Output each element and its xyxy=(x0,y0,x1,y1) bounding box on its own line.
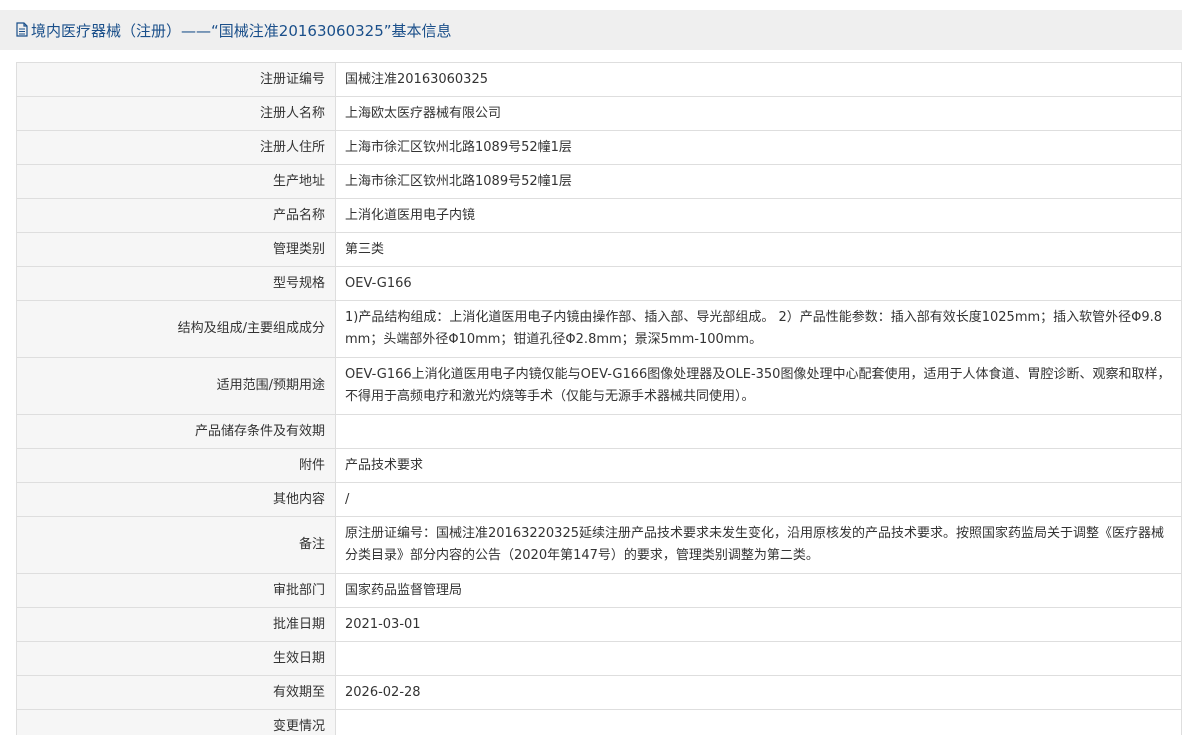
table-row: 注册证编号 国械注准20163060325 xyxy=(16,62,1182,97)
table-row: 生效日期 xyxy=(16,641,1182,676)
field-label: 变更情况 xyxy=(16,709,336,735)
field-value: OEV-G166 xyxy=(335,266,1182,301)
table-row: 有效期至 2026-02-28 xyxy=(16,675,1182,710)
table-row: 变更情况 xyxy=(16,709,1182,735)
table-row: 适用范围/预期用途 OEV-G166上消化道医用电子内镜仅能与OEV-G166图像… xyxy=(16,357,1182,415)
field-value: / xyxy=(335,482,1182,517)
table-row: 其他内容 / xyxy=(16,482,1182,517)
field-label: 备注 xyxy=(16,516,336,574)
field-value: OEV-G166上消化道医用电子内镜仅能与OEV-G166图像处理器及OLE-3… xyxy=(335,357,1182,415)
field-value: 2026-02-28 xyxy=(335,675,1182,710)
field-value xyxy=(335,414,1182,449)
table-row: 批准日期 2021-03-01 xyxy=(16,607,1182,642)
field-label: 审批部门 xyxy=(16,573,336,608)
table-row: 产品名称 上消化道医用电子内镜 xyxy=(16,198,1182,233)
table-row: 注册人名称 上海欧太医疗器械有限公司 xyxy=(16,96,1182,131)
field-label: 结构及组成/主要组成成分 xyxy=(16,300,336,358)
field-label: 生效日期 xyxy=(16,641,336,676)
field-value: 上消化道医用电子内镜 xyxy=(335,198,1182,233)
field-value: 产品技术要求 xyxy=(335,448,1182,483)
table-row: 结构及组成/主要组成成分 1)产品结构组成：上消化道医用电子内镜由操作部、插入部、… xyxy=(16,300,1182,358)
table-row: 生产地址 上海市徐汇区钦州北路1089号52幢1层 xyxy=(16,164,1182,199)
field-value: 2021-03-01 xyxy=(335,607,1182,642)
page-header: 境内医疗器械（注册）——“国械注准20163060325”基本信息 xyxy=(0,10,1182,50)
table-row: 产品储存条件及有效期 xyxy=(16,414,1182,449)
field-value: 1)产品结构组成：上消化道医用电子内镜由操作部、插入部、导光部组成。 2）产品性… xyxy=(335,300,1182,358)
field-label: 注册人名称 xyxy=(16,96,336,131)
top-spacer xyxy=(0,0,1182,10)
field-value: 上海欧太医疗器械有限公司 xyxy=(335,96,1182,131)
table-row: 型号规格 OEV-G166 xyxy=(16,266,1182,301)
info-panel: 注册证编号 国械注准20163060325 注册人名称 上海欧太医疗器械有限公司 注册人… xyxy=(16,62,1182,735)
table-row: 注册人住所 上海市徐汇区钦州北路1089号52幢1层 xyxy=(16,130,1182,165)
field-label: 批准日期 xyxy=(16,607,336,642)
table-row: 附件 产品技术要求 xyxy=(16,448,1182,483)
field-value: 国械注准20163060325 xyxy=(335,62,1182,97)
field-label: 产品名称 xyxy=(16,198,336,233)
field-value: 上海市徐汇区钦州北路1089号52幢1层 xyxy=(335,130,1182,165)
field-label: 生产地址 xyxy=(16,164,336,199)
field-value xyxy=(335,709,1182,735)
field-value: 第三类 xyxy=(335,232,1182,267)
field-label: 产品储存条件及有效期 xyxy=(16,414,336,449)
table-row: 管理类别 第三类 xyxy=(16,232,1182,267)
field-label: 附件 xyxy=(16,448,336,483)
page-title: 境内医疗器械（注册）——“国械注准20163060325”基本信息 xyxy=(31,21,452,40)
field-value: 上海市徐汇区钦州北路1089号52幢1层 xyxy=(335,164,1182,199)
field-label: 适用范围/预期用途 xyxy=(16,357,336,415)
device-info-table: 注册证编号 国械注准20163060325 注册人名称 上海欧太医疗器械有限公司 注册人… xyxy=(16,62,1182,735)
field-value: 国家药品监督管理局 xyxy=(335,573,1182,608)
table-row: 审批部门 国家药品监督管理局 xyxy=(16,573,1182,608)
document-icon xyxy=(16,21,28,37)
field-value: 原注册证编号：国械注准20163220325延续注册产品技术要求未发生变化，沿用… xyxy=(335,516,1182,574)
field-label: 注册证编号 xyxy=(16,62,336,97)
field-label: 型号规格 xyxy=(16,266,336,301)
table-row: 备注 原注册证编号：国械注准20163220325延续注册产品技术要求未发生变化，… xyxy=(16,516,1182,574)
field-value xyxy=(335,641,1182,676)
field-label: 注册人住所 xyxy=(16,130,336,165)
field-label: 管理类别 xyxy=(16,232,336,267)
field-label: 其他内容 xyxy=(16,482,336,517)
field-label: 有效期至 xyxy=(16,675,336,710)
